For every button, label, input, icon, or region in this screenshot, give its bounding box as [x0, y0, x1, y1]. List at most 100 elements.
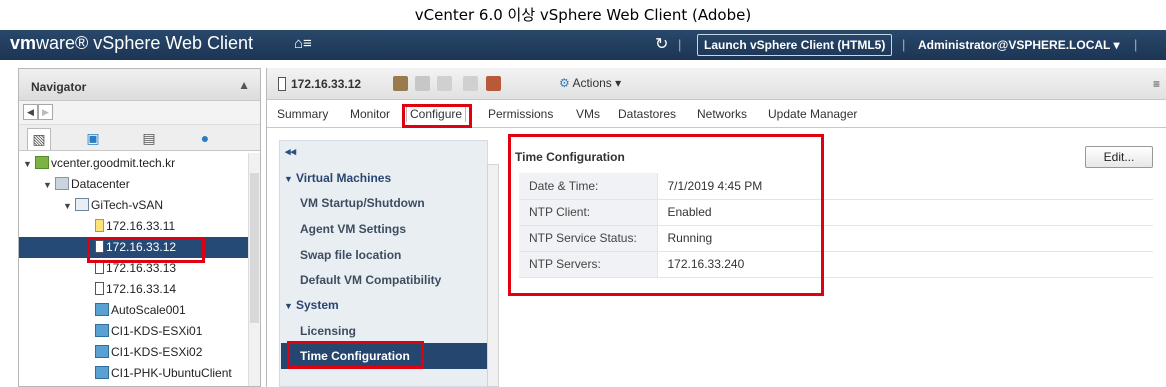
row-value: Enabled	[657, 199, 1153, 226]
power-on-icon[interactable]	[437, 76, 452, 91]
row-key: NTP Client:	[519, 199, 658, 226]
hosts-clusters-tab-icon[interactable]: ▧	[27, 128, 51, 150]
configure-menu: ◂◂ ▼ Virtual Machines VM Startup/Shutdown…	[279, 140, 488, 387]
row-value: Running	[657, 225, 1153, 252]
host-icon	[95, 261, 104, 274]
tab-summary[interactable]: Summary	[277, 107, 328, 121]
time-configuration-panel: Time Configuration Edit... Date & Time: 7…	[507, 140, 1166, 387]
object-toolbar: 172.16.33.12 ⚙ Actions ▾ ≡	[267, 68, 1166, 100]
tab-configure[interactable]: Configure	[406, 105, 467, 122]
navigator-panel: Navigator ▲ ◀ ▶ ▧ ▣ ▤ ● ▼ vcenter.goodmit.…	[18, 68, 261, 387]
tree-item[interactable]: AutoScale001	[19, 300, 248, 321]
vm-icon	[95, 366, 109, 379]
gear-icon: ⚙	[559, 76, 570, 90]
vm-icon	[95, 303, 109, 316]
tree-item[interactable]: ▼ GiTech-vSAN	[19, 195, 248, 216]
chevron-down-icon[interactable]: ▼	[43, 175, 55, 196]
storage-tab-icon[interactable]: ▤	[137, 128, 161, 150]
user-menu[interactable]: Administrator@VSPHERE.LOCAL ▾	[918, 38, 1120, 52]
section-label: System	[296, 298, 339, 312]
row-key: Date & Time:	[519, 173, 658, 200]
menu-item-swap-file-location[interactable]: Swap file location	[300, 248, 401, 262]
collapse-icon[interactable]: ◂◂	[285, 145, 296, 158]
tree-item-label: vcenter.goodmit.tech.kr	[51, 156, 176, 170]
row-value: 172.16.33.240	[657, 251, 1153, 278]
chevron-down-icon[interactable]: ▼	[63, 196, 75, 217]
tree-item[interactable]: 172.16.33.13	[19, 258, 248, 279]
tab-vms[interactable]: VMs	[576, 107, 600, 121]
tree-item[interactable]: CI1-PHK-UbuntuClient	[19, 363, 248, 384]
host-warning-icon	[95, 219, 104, 232]
reboot-icon[interactable]	[486, 76, 501, 91]
chevron-down-icon: ▼	[284, 174, 293, 184]
new-vm-icon[interactable]	[415, 76, 430, 91]
menu-item-agent-vm-settings[interactable]: Agent VM Settings	[300, 222, 406, 236]
navigator-history-bar: ◀ ▶	[19, 101, 260, 125]
time-configuration-table: Date & Time: 7/1/2019 4:45 PM NTP Client:…	[519, 173, 1153, 278]
home-menu-icon[interactable]: ⌂≡	[294, 35, 312, 52]
app-header: vmware® vSphere Web Client ⌂≡ ↻ | Launch…	[0, 30, 1166, 60]
menu-item-time-configuration[interactable]: Time Configuration	[281, 343, 488, 369]
object-title: 172.16.33.12	[291, 77, 362, 91]
menu-item-vm-startup[interactable]: VM Startup/Shutdown	[300, 196, 425, 210]
refresh-icon[interactable]: ↻	[655, 34, 668, 54]
tree-item-label: 172.16.33.13	[106, 261, 177, 275]
chevron-down-icon[interactable]: ▼	[23, 154, 35, 175]
vms-templates-tab-icon[interactable]: ▣	[81, 128, 105, 150]
configure-menu-scrollbar[interactable]	[487, 164, 499, 387]
row-value: 7/1/2019 4:45 PM	[657, 173, 1153, 200]
section-system[interactable]: ▼ System	[284, 298, 339, 312]
table-row: Date & Time: 7/1/2019 4:45 PM	[519, 173, 1153, 200]
section-label: Virtual Machines	[296, 171, 392, 185]
host-icon	[95, 282, 104, 295]
tree-item-label: AutoScale001	[111, 303, 186, 317]
section-virtual-machines[interactable]: ▼ Virtual Machines	[284, 171, 391, 185]
host-icon	[95, 240, 104, 253]
main-panel: 172.16.33.12 ⚙ Actions ▾ ≡ Summary Monit…	[266, 68, 1166, 387]
tree-item[interactable]: 172.16.33.12	[19, 237, 248, 258]
navigator-scrollbar[interactable]	[248, 153, 260, 386]
tree-item[interactable]: 172.16.33.11	[19, 216, 248, 237]
header-divider: |	[902, 37, 906, 52]
table-row: NTP Client: Enabled	[519, 199, 1153, 226]
menu-icon[interactable]: ≡	[1153, 77, 1160, 91]
header-divider: |	[1134, 37, 1138, 52]
menu-item-licensing[interactable]: Licensing	[300, 324, 356, 338]
object-tabs: Summary Monitor Configure Permissions VM…	[267, 100, 1166, 128]
tab-permissions[interactable]: Permissions	[488, 107, 553, 121]
back-arrow-icon[interactable]: ◀	[23, 104, 38, 120]
table-row: NTP Servers: 172.16.33.240	[519, 251, 1153, 278]
pin-icon[interactable]: ▲	[238, 78, 250, 92]
forward-arrow-icon[interactable]: ▶	[38, 104, 53, 120]
tree-item[interactable]: 172.16.33.14	[19, 279, 248, 300]
actions-label: Actions ▾	[572, 76, 622, 90]
maintenance-mode-icon[interactable]	[463, 76, 478, 91]
row-key: NTP Servers:	[519, 251, 658, 278]
brand-vm: vm	[10, 33, 37, 53]
tab-monitor[interactable]: Monitor	[350, 107, 390, 121]
launch-html5-client-button[interactable]: Launch vSphere Client (HTML5)	[697, 34, 893, 56]
tree-item[interactable]: CI1-KDS-ESXi02	[19, 342, 248, 363]
menu-item-default-vm-compatibility[interactable]: Default VM Compatibility	[300, 273, 441, 287]
tree-item[interactable]: ▼ Datacenter	[19, 174, 248, 195]
tree-item-label: GiTech-vSAN	[91, 198, 164, 212]
tree-item-label: CI1-KDS-ESXi02	[111, 345, 203, 359]
tree-item[interactable]: ▼ vcenter.goodmit.tech.kr	[19, 153, 248, 174]
actions-menu[interactable]: ⚙ Actions ▾	[559, 76, 621, 90]
cluster-icon	[75, 198, 89, 211]
brand-ware: ware	[36, 33, 76, 53]
add-host-icon[interactable]	[393, 76, 408, 91]
tab-networks[interactable]: Networks	[697, 107, 747, 121]
header-divider: |	[678, 37, 682, 52]
product-name: vSphere Web Client	[93, 33, 254, 53]
navigator-header: Navigator ▲	[19, 69, 260, 101]
networking-tab-icon[interactable]: ●	[193, 128, 217, 150]
tab-datastores[interactable]: Datastores	[618, 107, 676, 121]
tree-item[interactable]: CI1-KDS-ESXi01	[19, 321, 248, 342]
app-brand: vmware® vSphere Web Client	[10, 33, 254, 53]
vm-icon	[95, 324, 109, 337]
vcenter-icon	[35, 156, 49, 169]
tree-item-label: 172.16.33.11	[106, 219, 176, 233]
edit-button[interactable]: Edit...	[1085, 146, 1153, 168]
tab-update-manager[interactable]: Update Manager	[768, 107, 857, 121]
